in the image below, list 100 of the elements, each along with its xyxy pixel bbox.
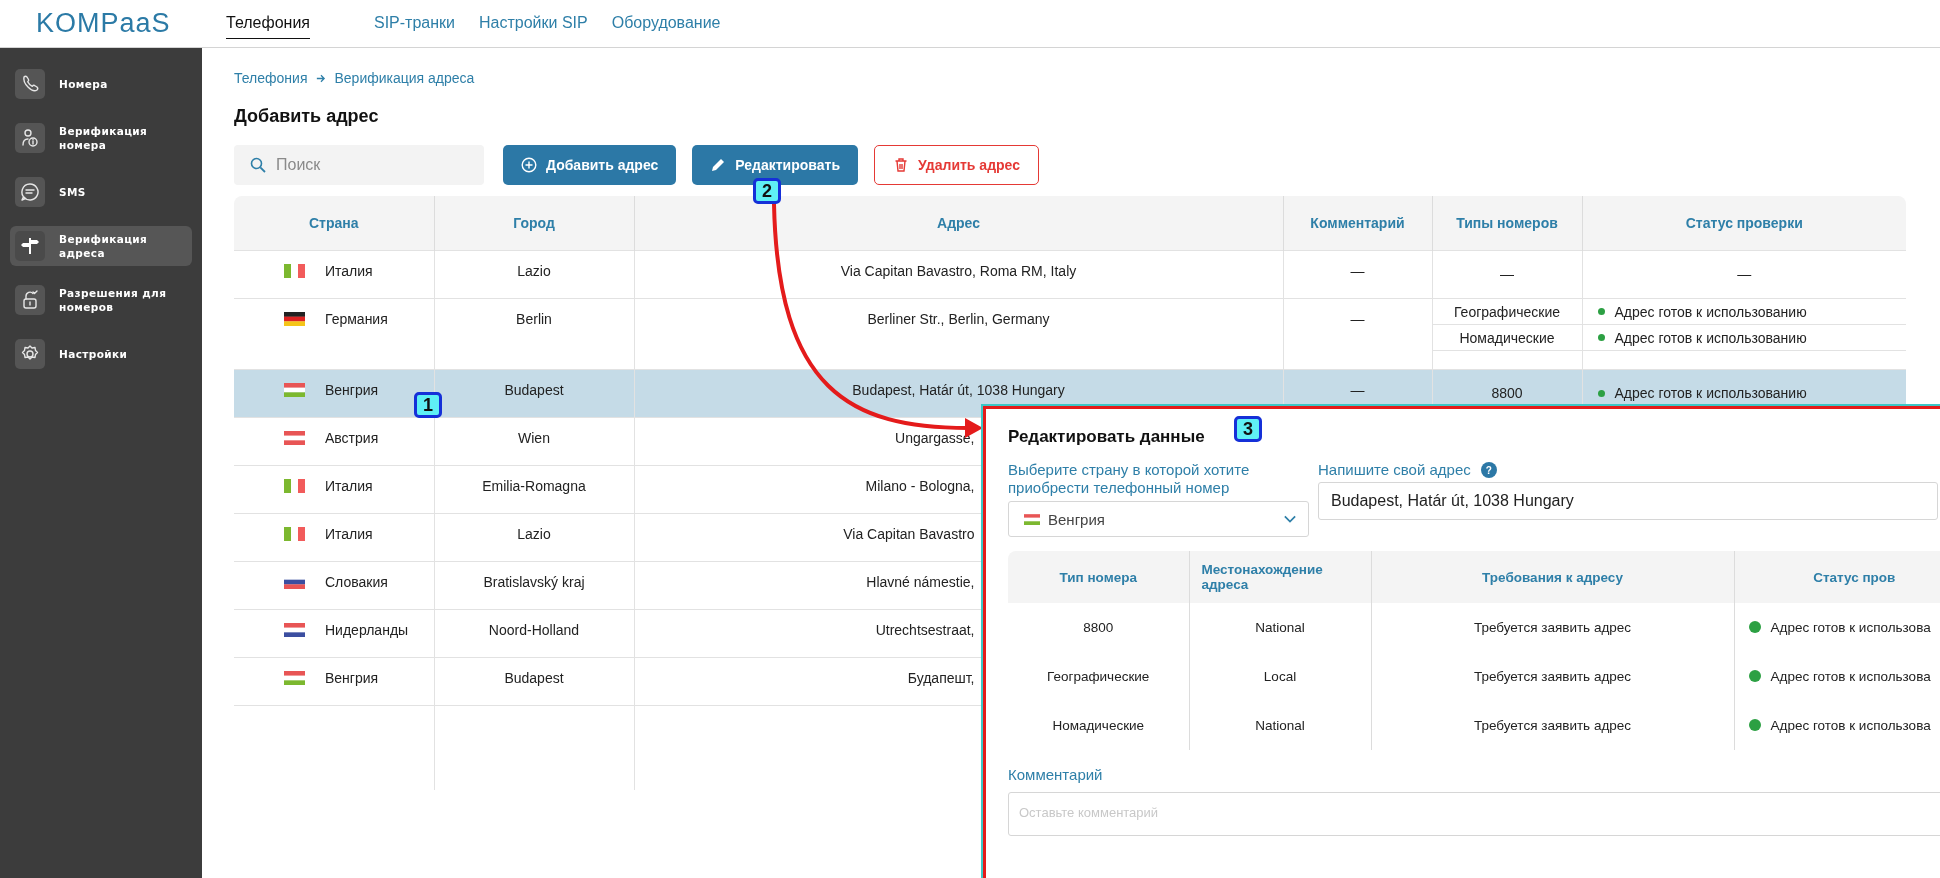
status-text: —	[1737, 266, 1752, 282]
city-name: Emilia-Romagna	[482, 478, 586, 494]
table-row[interactable]: Италия Lazio Via Capitan Bavastro, Roma RM, Italy — — —	[234, 250, 1906, 299]
city-name: Bratislavský kraj	[483, 574, 585, 590]
pencil-icon	[710, 157, 727, 173]
table-cell: Требуется заявить адрес	[1473, 669, 1632, 684]
column-header: Тип номера	[1008, 551, 1189, 603]
column-header: Статус проверки	[1582, 196, 1906, 251]
arrow-icon	[315, 72, 327, 84]
column-header: Типы номеров	[1432, 196, 1582, 251]
column-header: Статус пров	[1734, 551, 1940, 603]
address-text: Utrechtsestraat,	[875, 622, 975, 638]
city-name: Budapest	[504, 670, 564, 686]
delete-button[interactable]: Удалить адрес	[874, 145, 1039, 185]
step-badge: 1	[414, 392, 442, 418]
sidebar-item[interactable]: Верификация адреса	[10, 226, 192, 266]
status-text: Адрес готов к использова	[1770, 718, 1931, 733]
comment-text: —	[1350, 311, 1365, 327]
address-text: Ungargasse,	[895, 430, 975, 446]
city-name: Wien	[518, 430, 550, 446]
city-name: Budapest	[504, 382, 564, 398]
table-cell: Требуется заявить адрес	[1473, 718, 1632, 733]
table-cell: 8800	[1083, 620, 1114, 635]
help-icon[interactable]: ?	[1480, 462, 1497, 478]
sidebar-item[interactable]: Верификация номера	[10, 118, 192, 158]
country-name: Венгрия	[325, 382, 379, 398]
plus-icon	[521, 157, 537, 173]
table-cell: Требуется заявить адрес	[1473, 620, 1632, 635]
column-header: Страна	[234, 196, 434, 251]
add-button[interactable]: Добавить адрес	[503, 145, 677, 185]
column-header: Адрес	[634, 196, 1283, 251]
address-text: Hlavné námestie,	[866, 574, 975, 590]
sidebar-item[interactable]: SMS	[10, 172, 192, 212]
nav-tab[interactable]: Настройки SIP	[479, 8, 588, 39]
number-type: —	[1500, 266, 1514, 282]
field-label: Напишите свой адрес	[1318, 461, 1471, 479]
number-type: Номадические	[1459, 329, 1555, 346]
chevron-down-icon	[1284, 515, 1296, 523]
table-cell: Local	[1263, 669, 1297, 684]
country-name: Италия	[325, 263, 373, 279]
field-label: Выберите страну в которой хотите приобрести телефонный номер	[1008, 461, 1251, 497]
flag-icon	[284, 479, 305, 493]
comment-text: —	[1350, 382, 1365, 398]
city-name: Lazio	[517, 526, 551, 542]
address-field[interactable]: Budapest, Határ út, 1038 Hungary	[1318, 482, 1938, 520]
country-name: Италия	[325, 478, 373, 494]
logo: KOMPaaS	[36, 8, 172, 39]
phone-icon	[15, 69, 45, 99]
breadcrumb-link[interactable]: Телефония	[234, 70, 308, 86]
country-name: Италия	[325, 526, 373, 542]
flag-icon	[284, 264, 305, 278]
country-name: Нидерланды	[325, 622, 409, 638]
table-cell: National	[1255, 620, 1305, 635]
number-type: 8800	[1491, 385, 1523, 401]
flag-icon	[1024, 513, 1040, 525]
search-icon	[250, 157, 266, 173]
country-name: Венгрия	[325, 670, 379, 686]
flag-icon	[284, 431, 305, 445]
flag-icon	[284, 623, 305, 637]
sidebar-item[interactable]: Номера	[10, 64, 192, 104]
edit-button[interactable]: Редактировать	[692, 145, 858, 185]
city-name: Lazio	[517, 263, 551, 279]
column-header: Требования к адресу	[1371, 551, 1734, 603]
address-text: Будапешт,	[907, 670, 975, 686]
dialog-title: Редактировать данные	[1008, 427, 1205, 447]
table-cell: National	[1255, 718, 1305, 733]
page-title: Добавить адрес	[234, 106, 380, 127]
column-header: Комментарий	[1283, 196, 1432, 251]
step-badge: 2	[753, 178, 781, 204]
status-text: Адрес готов к использованию	[1614, 329, 1807, 346]
sidebar-item[interactable]: Настройки	[10, 334, 192, 374]
country-name: Австрия	[325, 430, 379, 446]
address-text: Via Capitan Bavastro	[843, 526, 975, 542]
sidebar-item[interactable]: Разрешения для номеров	[10, 280, 192, 320]
flag-icon	[284, 527, 305, 541]
table-cell: Номадические	[1052, 718, 1145, 733]
trash-icon	[893, 157, 909, 173]
address-text: Via Capitan Bavastro, Roma RM, Italy	[840, 263, 1077, 279]
field-label: Комментарий	[1008, 766, 1104, 784]
person-info-icon	[15, 123, 45, 153]
city-name: Noord-Holland	[488, 622, 580, 638]
nav-tab[interactable]: Телефония	[226, 8, 310, 39]
number-type: Географические	[1453, 303, 1560, 320]
comment-text: —	[1350, 263, 1365, 279]
nav-tab[interactable]: Оборудование	[611, 8, 721, 39]
flag-icon	[284, 671, 305, 685]
signpost-icon	[15, 231, 45, 261]
chat-icon	[15, 177, 45, 207]
column-header: Город	[434, 196, 634, 251]
country-select[interactable]: Венгрия	[1008, 501, 1309, 537]
nav-tab[interactable]: SIP-транки	[374, 8, 455, 39]
settings-icon	[15, 339, 45, 369]
breadcrumb-current: Верификация адреса	[334, 70, 475, 86]
lock-icon	[15, 285, 45, 315]
search-field[interactable]: Поиск	[234, 145, 484, 185]
status-text: Адрес готов к использова	[1770, 620, 1931, 635]
flag-icon	[284, 383, 305, 397]
address-text: Budapest, Határ út, 1038 Hungary	[852, 382, 1065, 398]
table-cell: Географические	[1047, 669, 1150, 684]
country-name: Германия	[325, 311, 388, 327]
